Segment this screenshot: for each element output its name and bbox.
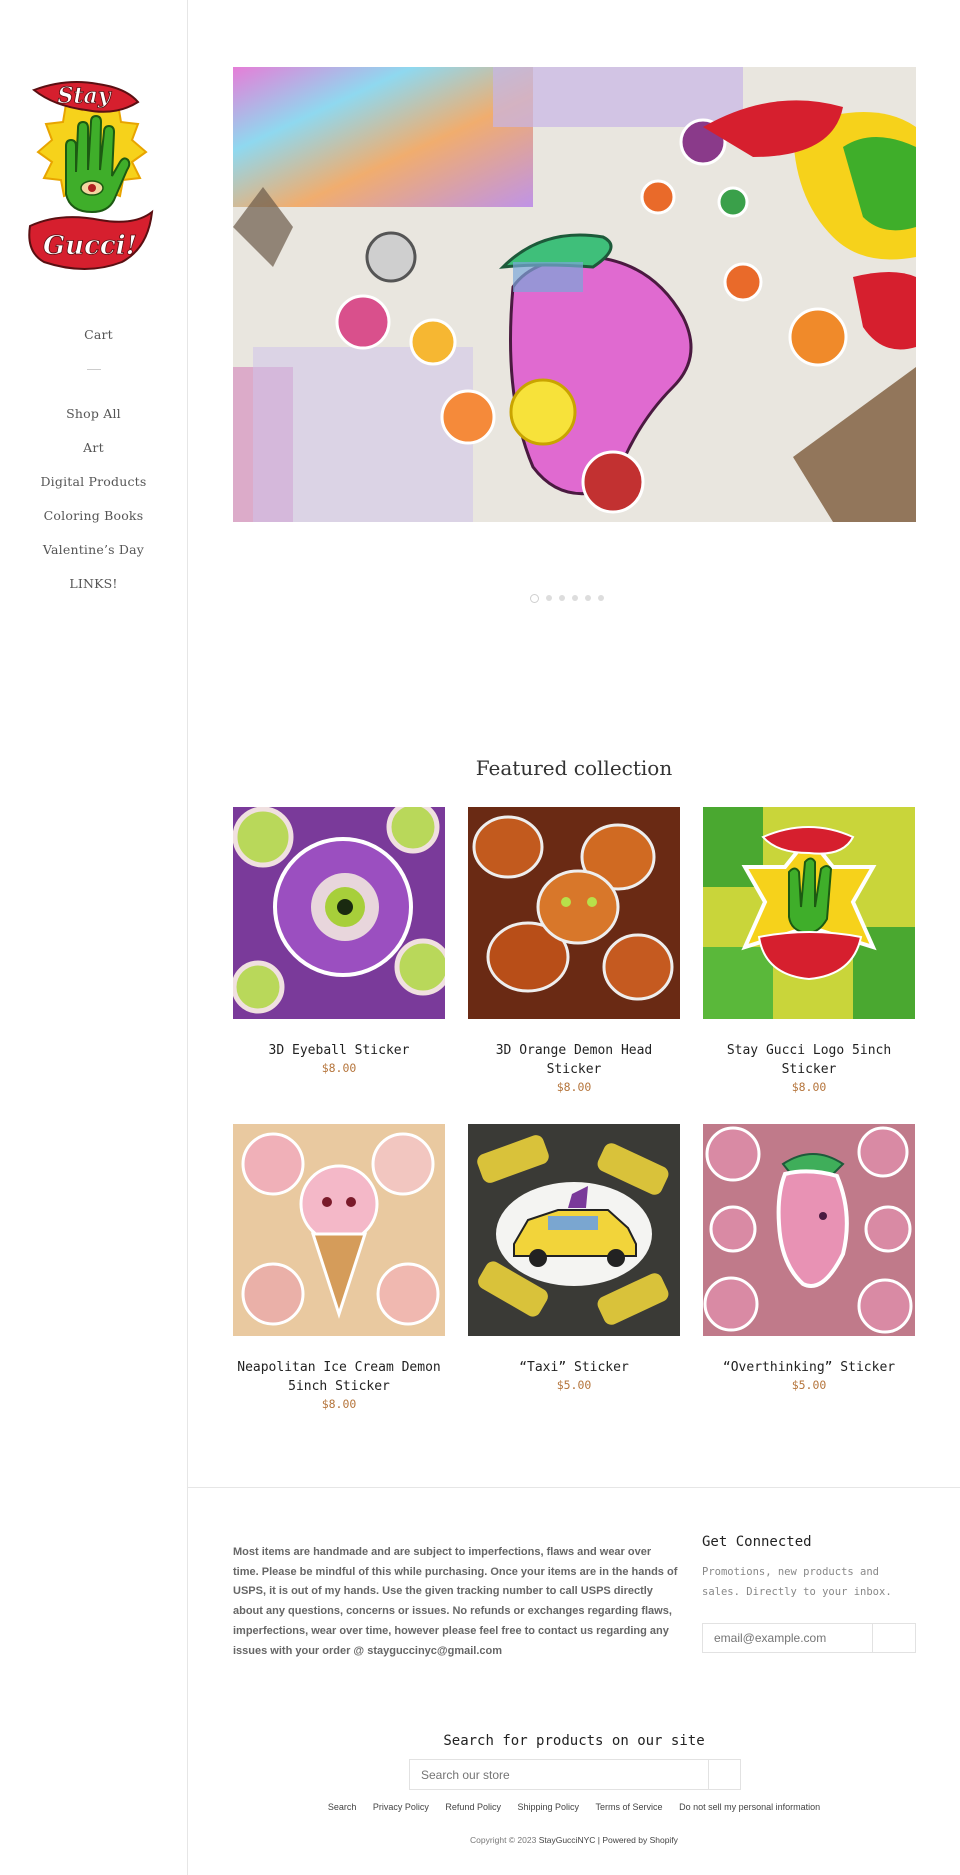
footer-link-refund-policy[interactable]: Refund Policy [445, 1802, 501, 1812]
product-price: $8.00 [791, 1080, 827, 1094]
newsletter-form [702, 1623, 916, 1653]
product-price: $8.00 [321, 1061, 357, 1075]
product-price: $8.00 [556, 1080, 592, 1094]
footer-link-do-not-sell[interactable]: Do not sell my personal information [679, 1802, 820, 1812]
product-image-overthinking[interactable] [703, 1124, 915, 1336]
product-image-taxi[interactable] [468, 1124, 680, 1336]
sidebar: Stay Gucci! Cart Shop All Art Digital Pr… [0, 0, 188, 1875]
footer-link-shipping-policy[interactable]: Shipping Policy [517, 1802, 579, 1812]
slide-dot-4[interactable] [572, 595, 578, 601]
powered-by-link[interactable]: | Powered by Shopify [598, 1835, 678, 1845]
logo-top-text: Stay [57, 83, 112, 109]
product-card[interactable]: Neapolitan Ice Cream Demon 5inch Sticker… [233, 1124, 445, 1411]
newsletter-subtitle: Promotions, new products and sales. Dire… [702, 1566, 892, 1598]
featured-collection-title: Featured collection [475, 756, 673, 780]
product-price: $8.00 [321, 1397, 357, 1411]
product-card[interactable]: 3D Eyeball Sticker $8.00 [233, 807, 445, 1075]
slide-dot-1[interactable] [530, 593, 539, 603]
product-card[interactable]: “Overthinking” Sticker $5.00 [703, 1124, 915, 1392]
nav-item-shop-all[interactable]: Shop All [0, 397, 187, 431]
footer-divider [188, 1487, 960, 1488]
slide-dot-6[interactable] [598, 595, 604, 601]
hero-photo [233, 67, 916, 522]
search-submit-button[interactable] [710, 1760, 740, 1789]
product-price: $5.00 [556, 1378, 592, 1392]
footer-notice: Most items are handmade and are subject … [233, 1546, 678, 1657]
logo-bottom-text: Gucci! [43, 231, 137, 261]
footer-search-title: Search for products on our site [443, 1733, 705, 1749]
footer-links: Search Privacy Policy Refund Policy Ship… [188, 1802, 960, 1812]
product-title[interactable]: “Taxi” Sticker [468, 1358, 680, 1377]
copyright-prefix: Copyright © 2023 [470, 1835, 537, 1845]
product-title[interactable]: Neapolitan Ice Cream Demon 5inch Sticker [233, 1358, 445, 1396]
product-image-eyeball[interactable] [233, 807, 445, 1019]
cart-link[interactable]: Cart [0, 327, 197, 342]
product-title[interactable]: 3D Orange Demon Head Sticker [468, 1041, 680, 1079]
store-logo[interactable]: Stay Gucci! [26, 76, 156, 278]
product-price: $5.00 [791, 1378, 827, 1392]
product-image-ice-cream-demon[interactable] [233, 1124, 445, 1336]
slideshow-pagination [530, 593, 604, 603]
email-field[interactable] [703, 1624, 873, 1652]
shop-name-link[interactable]: StayGucciNYC [539, 1835, 596, 1845]
newsletter-title: Get Connected [702, 1534, 812, 1550]
nav-item-valentines-day[interactable]: Valentine’s Day [0, 533, 187, 567]
product-image-logo-sticker[interactable] [703, 807, 915, 1019]
product-card[interactable]: Stay Gucci Logo 5inch Sticker $8.00 [703, 807, 915, 1094]
product-card[interactable]: “Taxi” Sticker $5.00 [468, 1124, 680, 1392]
nav-list: Shop All Art Digital Products Coloring B… [0, 397, 187, 601]
slide-dot-3[interactable] [559, 595, 565, 601]
product-title[interactable]: 3D Eyeball Sticker [233, 1041, 445, 1060]
product-title[interactable]: Stay Gucci Logo 5inch Sticker [703, 1041, 915, 1079]
logo-graphic: Stay Gucci! [28, 81, 154, 270]
footer-link-privacy-policy[interactable]: Privacy Policy [373, 1802, 429, 1812]
nav-divider [87, 369, 101, 370]
hero-slide-image[interactable] [233, 67, 916, 522]
slide-dot-2[interactable] [546, 595, 552, 601]
slide-dot-5[interactable] [585, 595, 591, 601]
product-image-demon-head[interactable] [468, 807, 680, 1019]
product-title[interactable]: “Overthinking” Sticker [703, 1358, 915, 1377]
nav-item-links[interactable]: LINKS! [0, 567, 187, 601]
footer-link-search[interactable]: Search [328, 1802, 357, 1812]
product-card[interactable]: 3D Orange Demon Head Sticker $8.00 [468, 807, 680, 1094]
nav-item-coloring-books[interactable]: Coloring Books [0, 499, 187, 533]
nav-item-art[interactable]: Art [0, 431, 187, 465]
search-input[interactable] [410, 1760, 709, 1789]
subscribe-button[interactable] [883, 1624, 915, 1652]
copyright: Copyright © 2023 StayGucciNYC | Powered … [188, 1835, 960, 1845]
nav-item-digital-products[interactable]: Digital Products [0, 465, 187, 499]
footer-link-terms-of-service[interactable]: Terms of Service [596, 1802, 663, 1812]
footer-search-form [409, 1759, 741, 1790]
main-content: Featured collection 3D Eyeball Sticker $… [188, 0, 960, 1875]
